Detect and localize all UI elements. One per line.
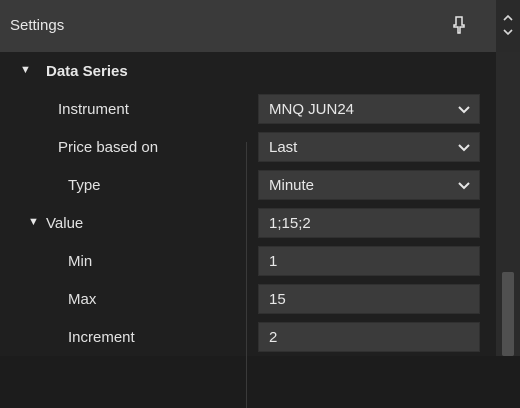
collapse-triangle-icon[interactable]: ▼ (20, 64, 31, 76)
property-row-value: ▼ Value 1;15;2 (0, 204, 496, 242)
property-row-min: Min 1 (0, 242, 496, 280)
property-value: 2 (269, 329, 278, 346)
property-name: Min (68, 253, 93, 270)
collapse-triangle-icon[interactable]: ▼ (28, 216, 39, 228)
property-row-price-based-on: Price based on Last (0, 128, 496, 166)
chevron-down-icon (457, 178, 471, 192)
pin-icon[interactable] (452, 14, 466, 36)
increment-field[interactable]: 2 (258, 322, 480, 352)
property-name: Max (68, 291, 97, 308)
panel-header: Settings (0, 0, 496, 53)
min-field[interactable]: 1 (258, 246, 480, 276)
property-row-max: Max 15 (0, 280, 496, 318)
property-name: Increment (68, 329, 135, 346)
property-row-increment: Increment 2 (0, 318, 496, 356)
property-row-instrument: Instrument MNQ JUN24 (0, 90, 496, 128)
settings-panel: Settings ▼ Data Series Instrument MNQ JU… (0, 0, 520, 408)
property-row-type: Type Minute (0, 166, 496, 204)
scrollbar-thumb[interactable] (502, 272, 514, 356)
value-field[interactable]: 1;15;2 (258, 208, 480, 238)
property-grid: ▼ Data Series Instrument MNQ JUN24 Price… (0, 52, 496, 408)
chevron-down-icon (457, 140, 471, 154)
section-label: Data Series (46, 63, 128, 80)
property-name: Price based on (58, 139, 159, 156)
chevron-down-icon (457, 102, 471, 116)
property-value: 15 (269, 291, 286, 308)
property-name: Value (46, 215, 84, 232)
type-dropdown[interactable]: Minute (258, 170, 480, 200)
property-value: 1;15;2 (269, 215, 311, 232)
instrument-dropdown[interactable]: MNQ JUN24 (258, 94, 480, 124)
section-data-series[interactable]: ▼ Data Series (0, 52, 496, 90)
property-value: Last (269, 139, 298, 156)
panel-title: Settings (10, 17, 65, 34)
property-value: Minute (269, 177, 315, 194)
chevron-down-icon (503, 29, 513, 36)
vertical-scrollbar[interactable] (496, 52, 520, 356)
price-based-on-dropdown[interactable]: Last (258, 132, 480, 162)
max-field[interactable]: 15 (258, 284, 480, 314)
property-value: MNQ JUN24 (269, 101, 355, 118)
property-name: Instrument (58, 101, 129, 118)
chevron-up-icon (503, 14, 513, 21)
scroll-down-button[interactable] (500, 26, 516, 42)
property-name: Type (68, 177, 101, 194)
property-value: 1 (269, 253, 278, 270)
